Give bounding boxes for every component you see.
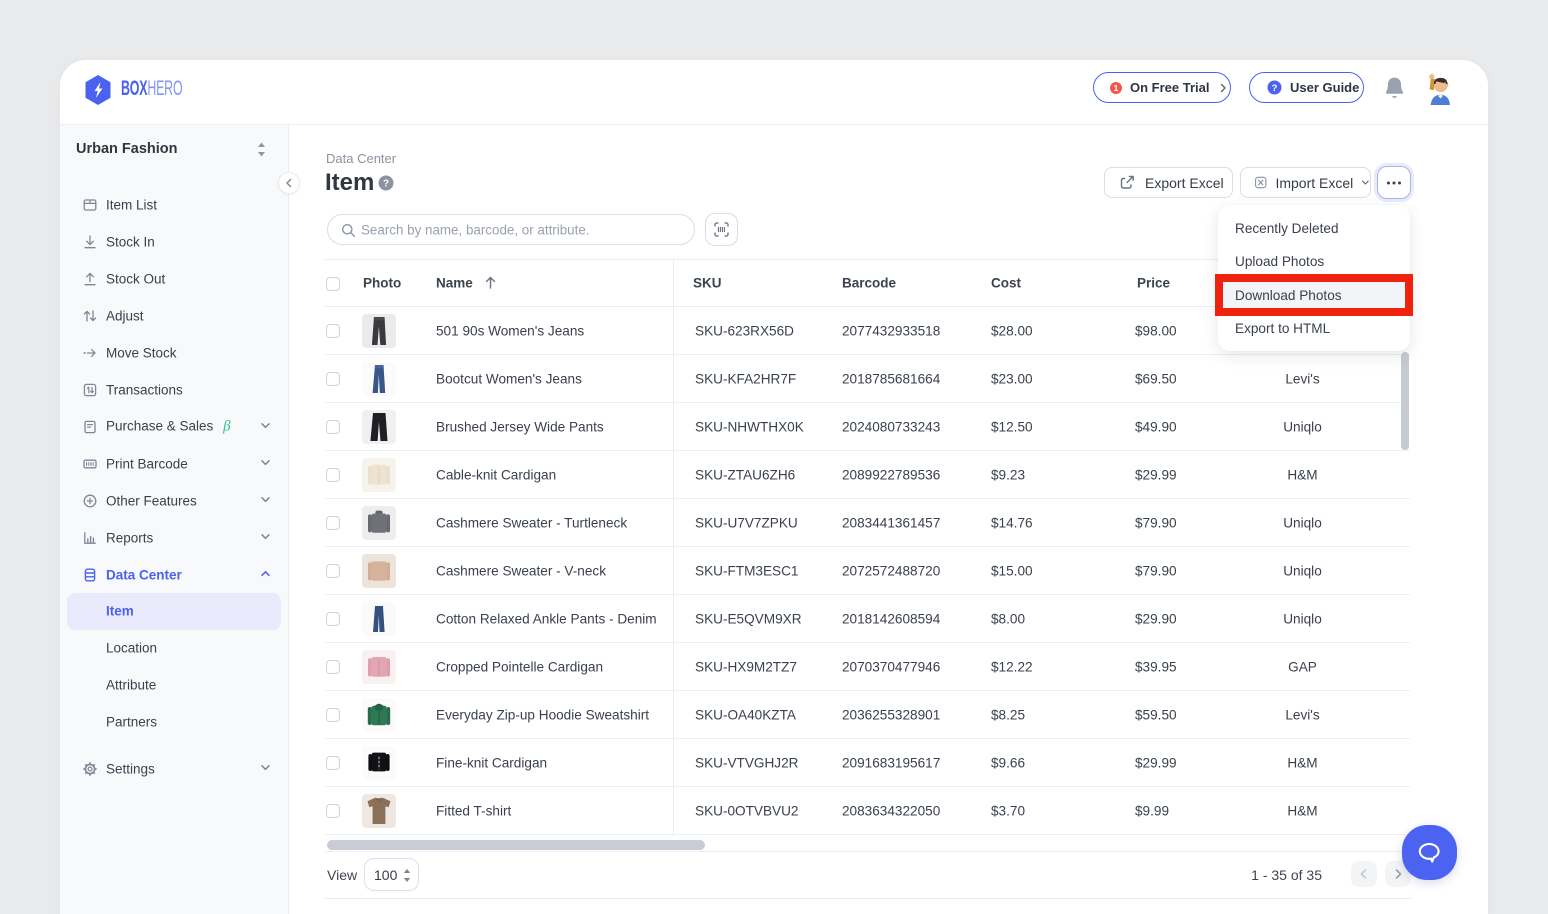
svg-text:1: 1 [1114, 83, 1119, 93]
svg-text:?: ? [383, 179, 389, 190]
svg-text:?: ? [1272, 83, 1278, 94]
